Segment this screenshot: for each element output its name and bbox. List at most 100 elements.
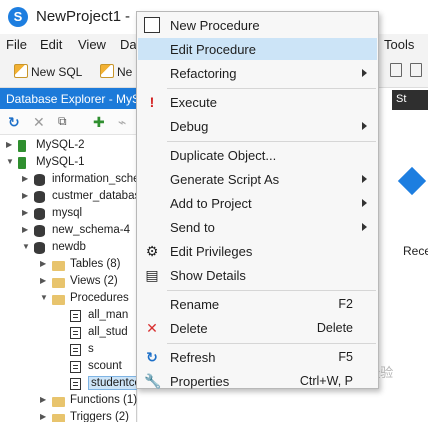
collapse-arrow-icon[interactable]: ▶ [40,395,46,404]
menu-tools[interactable]: Tools [384,37,414,52]
start-page-tab-label: St [396,93,407,105]
menu-edit[interactable]: Edit [40,37,62,52]
start-page-tab[interactable]: St [392,90,428,110]
tree-item-folder[interactable]: ▼ Procedures [0,291,137,307]
menu-item-label: Add to Project [170,196,252,211]
menu-item-new-procedure[interactable]: New Procedure [138,14,377,36]
collapse-arrow-icon[interactable]: ▶ [6,140,12,149]
tree-item-label: MySQL-2 [36,139,85,151]
tree-item-procedure[interactable]: ▶s [0,342,137,358]
tree-item-database[interactable]: ▶ information_schema [0,172,137,188]
new-button[interactable]: Ne [100,64,132,79]
collapse-arrow-icon[interactable]: ▶ [22,225,28,234]
menu-item-shortcut: F2 [338,297,353,311]
menu-item-edit-procedure[interactable]: Edit Procedure [138,38,377,60]
tree-item-database[interactable]: ▼ newdb [0,240,137,256]
procedure-icon [70,361,81,373]
menu-item-label: Execute [170,95,217,110]
explorer-refresh-icon[interactable]: ↻ [8,114,20,131]
menu-item-debug[interactable]: Debug [138,115,377,137]
tree-item-connection[interactable]: ▶ MySQL-2 [0,138,137,154]
menu-separator [167,290,376,291]
tree-item-folder[interactable]: ▶ Triggers (2) [0,410,137,422]
tree-item-folder[interactable]: ▶ Tables (8) [0,257,137,273]
tree-item-label: Views (2) [70,275,118,287]
menu-item-show-details[interactable]: ▤ Show Details [138,264,377,286]
tree-item-label: Procedures [70,292,129,304]
submenu-arrow-icon [362,69,367,77]
menu-item-generate-script-as[interactable]: Generate Script As [138,168,377,190]
tree-item-label: Functions (1) [70,394,137,406]
explorer-collapse-icon[interactable]: ⧉ [58,114,67,129]
menu-item-label: Refactoring [170,66,237,81]
expand-arrow-icon[interactable]: ▼ [6,157,14,166]
tree-item-database[interactable]: ▶ new_schema-4 [0,223,137,239]
tree-item-label: Tables (8) [70,258,121,270]
database-icon [34,208,45,220]
explorer-disconnect-icon[interactable]: ⌁ [118,114,126,131]
menu-item-refresh[interactable]: ↻ Refresh F5 [138,346,377,368]
folder-icon [52,397,65,407]
new-button-label: Ne [117,65,133,79]
collapse-arrow-icon[interactable]: ▶ [40,412,46,421]
menu-item-label: Send to [170,220,215,235]
menu-item-shortcut: Ctrl+W, P [299,374,353,388]
tree-item-label: all_stud [88,326,128,338]
menu-item-label: Properties [170,374,230,389]
database-explorer-header: Database Explorer - MySQL-1 [0,88,137,109]
tree-item-procedure[interactable]: ▶scount [0,359,137,375]
tree-item-label: MySQL-1 [36,156,85,168]
submenu-arrow-icon [362,199,367,207]
expand-arrow-icon[interactable]: ▼ [22,242,30,251]
tree-item-database[interactable]: ▶ mysql [0,206,137,222]
collapse-arrow-icon[interactable]: ▶ [40,276,46,285]
menu-item-refactoring[interactable]: Refactoring [138,62,377,84]
collapse-arrow-icon[interactable]: ▶ [40,259,46,268]
menu-item-edit-privileges[interactable]: ⚙ Edit Privileges [138,240,377,262]
execute-icon: ! [149,94,155,110]
tree-item-label: custmer_database [52,190,137,202]
database-icon [34,225,45,237]
menu-item-execute[interactable]: ! Execute [138,91,377,113]
tree-item-folder[interactable]: ▶ Functions (1) [0,393,137,409]
menu-file[interactable]: File [6,37,27,52]
tree-item-label: new_schema-4 [52,224,130,236]
new-sql-icon [14,64,28,78]
menu-item-add-to-project[interactable]: Add to Project [138,192,377,214]
menu-separator [167,343,376,344]
collapse-arrow-icon[interactable]: ▶ [22,191,28,200]
database-icon [34,191,45,203]
menu-item-label: Debug [170,119,209,134]
menu-item-label: Rename [170,297,220,312]
window-title-separator: - [125,8,130,25]
explorer-delete-icon[interactable]: ✕ [33,114,45,131]
menu-item-send-to[interactable]: Send to [138,216,377,238]
new-sql-button[interactable]: New SQL [14,64,82,79]
collapse-arrow-icon[interactable]: ▶ [22,174,28,183]
document-icon[interactable] [410,63,422,77]
properties-icon: 🔧 [144,373,162,389]
procedure-icon [70,378,81,390]
menu-view[interactable]: View [78,37,106,52]
menu-item-delete[interactable]: ✕ Delete Delete [138,317,377,339]
new-procedure-icon [144,17,160,33]
folder-icon [52,278,65,288]
collapse-arrow-icon[interactable]: ▶ [22,208,28,217]
menu-database[interactable]: Da [120,37,137,52]
menu-item-label: Refresh [170,350,216,365]
copy-icon[interactable] [390,63,402,77]
explorer-new-connection-icon[interactable]: ✚ [93,114,105,131]
tree-item-database[interactable]: ▶ custmer_database [0,189,137,205]
connection-icon [18,140,26,152]
expand-arrow-icon[interactable]: ▼ [40,293,48,302]
tree-item-procedure[interactable]: ▶all_man [0,308,137,324]
menu-item-properties[interactable]: 🔧 Properties Ctrl+W, P [138,370,377,392]
tree-item-connection[interactable]: ▼ MySQL-1 [0,155,137,171]
menu-item-duplicate-object[interactable]: Duplicate Object... [138,144,377,166]
tree-item-procedure[interactable]: ▶all_stud [0,325,137,341]
procedure-icon [70,310,81,322]
menu-item-rename[interactable]: Rename F2 [138,293,377,315]
tree-item-procedure[interactable]: ▶studentcount2 [0,376,137,392]
tree-item-folder[interactable]: ▶ Views (2) [0,274,137,290]
toolbar-right-icons [382,63,422,80]
